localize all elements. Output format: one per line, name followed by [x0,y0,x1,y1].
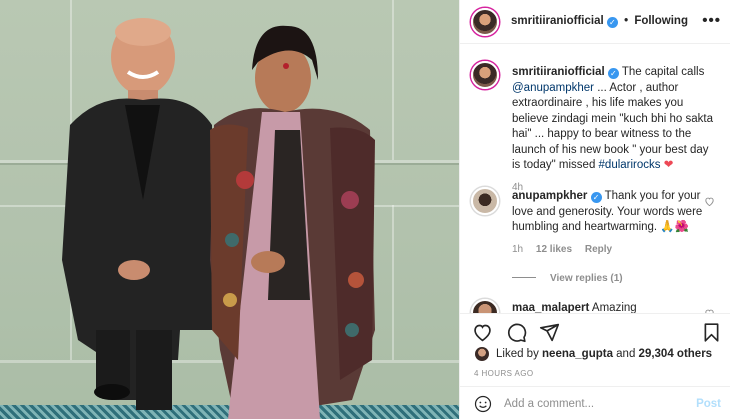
header-separator: • [624,15,629,27]
view-replies-label: View replies (1) [550,273,623,284]
author-avatar[interactable] [471,8,499,36]
likes-row: Liked by neena_gupta and 29,304 others [460,345,730,365]
header-text: smritiiraniofficial ✓ • Following [511,15,688,28]
comment-meta: 1h 12 likes Reply [512,242,717,258]
verified-badge-icon: ✓ [590,192,602,203]
post-sidebar: smritiiraniofficial ✓ • Following ••• sm… [459,0,730,419]
post-button[interactable]: Post [696,398,721,410]
caption-body: smritiiraniofficial ✓ The capital calls … [512,65,717,195]
view-replies-button[interactable]: View replies (1) [512,273,623,284]
post-header: smritiiraniofficial ✓ • Following ••• [460,0,730,44]
comments-section[interactable]: smritiiraniofficial ✓ The capital calls … [460,45,730,313]
comment-time[interactable]: 1h [512,244,523,255]
commenter-username[interactable]: anupampkher [512,190,587,202]
more-options-icon[interactable]: ••• [702,12,721,29]
verified-badge-icon: ✓ [606,17,618,28]
comment-likes[interactable]: 12 likes [536,244,572,255]
likes-middle: and [612,348,639,360]
likes-count[interactable]: 29,304 others [639,348,713,360]
comment-input[interactable] [504,395,684,413]
caption-text-2: ... Actor , author extraordinaire , his … [512,81,713,172]
woman-figure [210,25,375,419]
red-heart-emoji: ❤ [663,159,674,171]
liker-avatar[interactable] [475,347,489,361]
following-button[interactable]: Following [634,15,688,27]
post-timestamp[interactable]: 4 HOURS AGO [474,369,534,378]
add-comment-bar: Post [460,386,730,419]
caption-avatar[interactable] [471,61,499,89]
author-username[interactable]: smritiiraniofficial [511,15,604,27]
commenter-avatar[interactable] [471,187,499,215]
commenter-avatar[interactable] [471,299,499,313]
comment-heart-icon[interactable] [704,196,715,207]
post-photo[interactable] [0,0,459,419]
people-illustration [62,18,375,419]
hashtag-link[interactable]: #dularirocks [599,159,661,171]
caption-username[interactable]: smritiiraniofficial [512,66,605,78]
likes-prefix: Liked by [496,348,543,360]
man-figure [62,18,215,410]
mention-link[interactable]: @anupampkher [512,82,594,94]
smiley-icon[interactable] [474,395,492,413]
action-bar [460,313,730,349]
verified-badge-icon: ✓ [607,68,619,79]
liker-username[interactable]: neena_gupta [542,348,613,360]
bookmark-icon[interactable] [699,320,723,344]
commenter-username[interactable]: maa_malapert [512,302,589,313]
caption-text-1: The capital calls [618,66,705,78]
comment-body: maa_malapert Amazing [512,301,717,313]
heart-icon[interactable] [470,320,494,344]
likes-text: Liked by neena_gupta and 29,304 others [496,348,712,360]
comment-body: anupampkher ✓ Thank you for your love an… [512,189,717,257]
comment-text: Amazing [589,302,637,313]
comment-icon[interactable] [504,320,528,344]
share-icon[interactable] [537,320,561,344]
replies-dash [512,277,536,278]
reply-button[interactable]: Reply [585,244,612,255]
